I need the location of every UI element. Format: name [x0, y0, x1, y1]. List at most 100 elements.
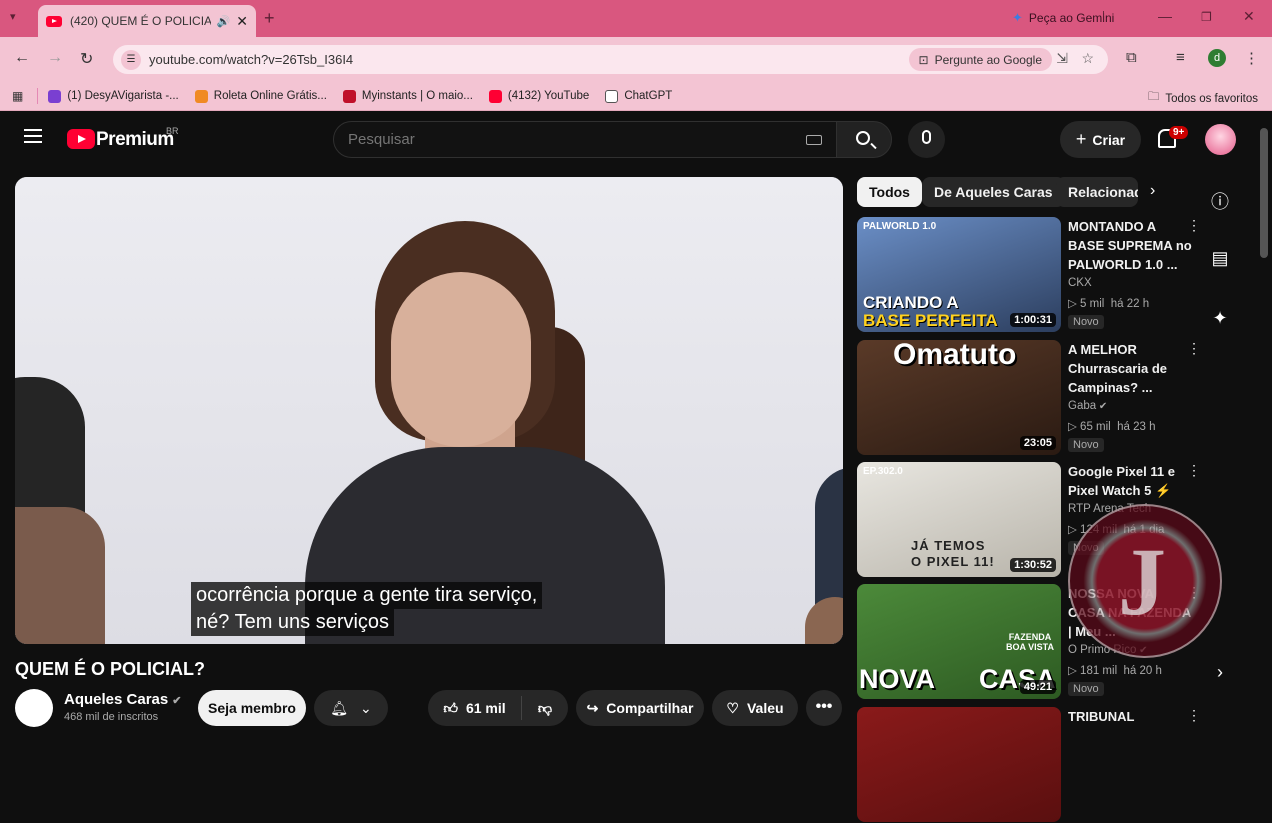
all-favorites-button[interactable]: 🗀 Todos os favoritos — [1148, 89, 1258, 108]
bookmark-item[interactable]: ChatGPT — [605, 89, 672, 103]
gemini-button[interactable]: ✦ Peça ao Gemini — [1012, 10, 1114, 26]
extensions-icon[interactable]: ⧉ — [1126, 49, 1137, 66]
join-button[interactable]: Seja membro — [198, 690, 306, 726]
info-icon[interactable]: ⓘ — [1208, 188, 1232, 214]
recommended-video-title[interactable]: A MELHOR Churrascaria de Campinas? ... — [1068, 340, 1193, 397]
video-thumbnail[interactable] — [857, 707, 1061, 822]
recommended-meta: ▷ 181 mil há 20 h — [1068, 663, 1162, 677]
video-duration: 1:30:52 — [1010, 558, 1056, 572]
restore-icon[interactable]: ❐ — [1201, 10, 1212, 24]
channel-watermark-logo[interactable]: J — [1068, 504, 1222, 658]
bookmark-item[interactable]: Roleta Online Grátis... — [194, 89, 327, 103]
channel-name-row[interactable]: Aqueles Caras ✔ — [64, 691, 181, 708]
chip-all[interactable]: Todos — [857, 177, 922, 207]
share-button[interactable]: ↪ Compartilhar — [576, 690, 704, 726]
ask-google-label: Pergunte ao Google — [934, 52, 1042, 67]
bookmark-item[interactable]: (4132) YouTube — [488, 89, 589, 103]
recommended-video[interactable]: TRIBUNAL ⋮ — [857, 707, 1201, 823]
video-thumbnail[interactable]: PALWORLD 1.0 CRIANDO A BASE PERFEITA 1:00:3… — [857, 217, 1061, 332]
more-options-icon[interactable]: ⋮ — [1187, 340, 1201, 357]
close-tab-icon[interactable]: ✕ — [236, 13, 248, 30]
more-options-icon[interactable]: ⋮ — [1187, 217, 1201, 234]
bookmark-item[interactable]: (1) DesyAVigarista -... — [48, 89, 179, 103]
recommended-channel[interactable]: CKX — [1068, 277, 1092, 289]
video-duration: 49:21 — [1019, 680, 1056, 694]
video-title: QUEM É O POLICIAL? — [15, 659, 206, 679]
minimize-icon[interactable]: — — [1158, 8, 1172, 24]
channel-name[interactable]: Aqueles Caras — [64, 691, 168, 708]
profile-avatar[interactable]: d — [1208, 49, 1226, 67]
user-avatar[interactable] — [1205, 124, 1236, 155]
tab-title: (420) QUEM É O POLICIAL? — [70, 14, 211, 28]
video-thumbnail[interactable]: EP.302.0 JÁ TEMOS O PIXEL 11! 1:30:52 — [857, 462, 1061, 577]
subscription-bell-button[interactable]: 🔔︎ ⌄ — [314, 690, 388, 726]
reload-icon[interactable]: ↻ — [80, 49, 93, 69]
recommended-channel[interactable]: Gaba ✔ — [1068, 400, 1107, 412]
bookmark-label: Roleta Online Grátis... — [213, 90, 327, 102]
speaker-icon[interactable]: 🔊 — [217, 15, 231, 28]
ask-google-button[interactable]: ⊡ Pergunte ao Google — [908, 48, 1052, 71]
upload-age: há 20 h — [1123, 665, 1162, 677]
thumbnail-caption: NOVA — [859, 664, 936, 694]
all-favorites-label: Todos os favoritos — [1165, 92, 1258, 105]
media-controls-icon[interactable]: ≡ — [1176, 49, 1185, 66]
bookmark-item[interactable]: Myinstants | O maio... — [342, 89, 473, 103]
browser-tab[interactable]: (420) QUEM É O POLICIAL? 🔊 ✕ — [38, 5, 256, 37]
keyboard-icon[interactable] — [806, 135, 822, 145]
address-bar[interactable]: ☰ youtube.com/watch?v=26Tsb_I36I4 ⊡ Perg… — [113, 45, 1108, 74]
play-icon: ▷ — [1068, 421, 1081, 433]
youtube-favicon-icon — [46, 15, 62, 27]
scrollbar-thumb[interactable] — [1260, 128, 1268, 258]
thumbnail-caption: Omatuto — [893, 340, 1017, 371]
create-button[interactable]: + Criar — [1060, 121, 1141, 158]
bell-icon: 🔔︎ — [330, 699, 349, 716]
comments-icon[interactable]: ▤ — [1208, 248, 1232, 269]
site-info-icon[interactable]: ☰ — [121, 49, 141, 70]
thanks-label: Valeu — [746, 700, 784, 716]
expand-right-icon[interactable]: › — [1208, 662, 1232, 683]
search-button[interactable] — [836, 121, 892, 158]
recommended-meta: ▷ 65 mil há 23 h — [1068, 419, 1156, 433]
thumbs-up-icon: 👍︎ — [443, 699, 458, 716]
dislike-button[interactable]: 👎︎ — [522, 700, 568, 717]
search-input[interactable] — [348, 131, 788, 148]
more-actions-button[interactable]: ••• — [806, 690, 842, 726]
install-icon[interactable]: ⇲ — [1056, 50, 1068, 67]
chip-from-channel[interactable]: De Aqueles Caras — [922, 177, 1065, 207]
view-count: 65 mil — [1080, 421, 1111, 433]
tab-search-icon[interactable]: ▾ — [10, 10, 16, 23]
channel-avatar[interactable] — [15, 689, 53, 727]
bookmark-star-icon[interactable]: ☆ — [1081, 50, 1094, 67]
recommended-video-title[interactable]: MONTANDO A BASE SUPREMA no PALWORLD 1.0 … — [1068, 217, 1193, 274]
thumbnail-top-text: PALWORLD 1.0 — [863, 221, 937, 232]
youtube-logo-icon[interactable] — [67, 129, 95, 149]
chip-related[interactable]: Relacionad — [1056, 177, 1138, 207]
apps-grid-icon[interactable]: ▦ — [12, 89, 23, 103]
menu-icon[interactable] — [24, 129, 42, 143]
bookmark-favicon-icon — [48, 89, 62, 103]
more-options-icon[interactable]: ⋮ — [1187, 707, 1201, 724]
voice-search-button[interactable] — [908, 121, 945, 158]
region-code: BR — [166, 126, 179, 136]
recommended-video-title[interactable]: Google Pixel 11 e Pixel Watch 5 ⚡ — [1068, 462, 1193, 500]
window-close-icon[interactable]: ✕ — [1243, 8, 1255, 25]
back-icon[interactable]: ← — [14, 49, 30, 67]
video-thumbnail[interactable]: Omatuto 23:05 — [857, 340, 1061, 455]
like-button[interactable]: 👍︎ 61 mil — [428, 696, 522, 720]
chevron-right-icon[interactable]: › — [1150, 182, 1155, 200]
sparkle-icon[interactable]: ✦ — [1208, 308, 1232, 329]
video-player[interactable]: ocorrência porque a gente tira serviço, … — [15, 177, 843, 644]
thanks-button[interactable]: ♡ Valeu — [712, 690, 798, 726]
bookmark-list: (1) DesyAVigarista -... Roleta Online Grá… — [48, 89, 688, 103]
youtube-logo-text[interactable]: Premium — [96, 129, 174, 151]
search-box[interactable] — [333, 121, 837, 158]
thumbnail-caption: BASE PERFEITA — [863, 311, 998, 330]
more-options-icon[interactable]: ⋮ — [1187, 462, 1201, 479]
chrome-menu-icon[interactable]: ⋮ — [1244, 49, 1259, 67]
video-thumbnail[interactable]: FAZENDA BOA VISTA NOVA CASA 49:21 — [857, 584, 1061, 699]
forward-icon[interactable]: → — [47, 49, 63, 67]
recommended-video[interactable]: PALWORLD 1.0 CRIANDO A BASE PERFEITA 1:00:3… — [857, 217, 1201, 333]
new-tab-button[interactable]: + — [264, 8, 275, 29]
recommended-video-title[interactable]: TRIBUNAL — [1068, 707, 1193, 726]
recommended-video[interactable]: Omatuto 23:05 A MELHOR Churrascaria de Cam… — [857, 340, 1201, 456]
